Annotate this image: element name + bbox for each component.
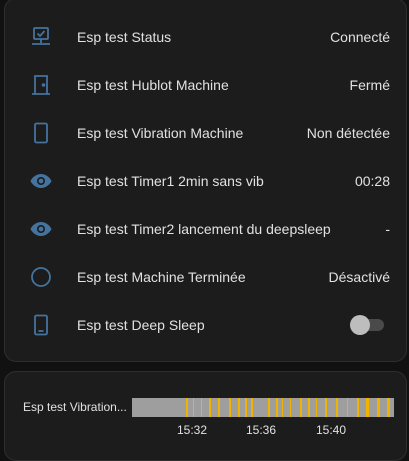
entity-state: Fermé: [349, 77, 390, 93]
timeline-segment-on[interactable]: [251, 398, 253, 417]
entity-name: Esp test Machine Terminée: [77, 269, 246, 285]
toggle-thumb: [350, 315, 370, 335]
entity-row-machine-terminee[interactable]: Esp test Machine Terminée Désactivé: [5, 253, 406, 301]
timeline-segment-on[interactable]: [324, 398, 328, 417]
entity-state: Connecté: [330, 29, 390, 45]
time-tick: 15:40: [315, 423, 347, 437]
timeline-segment-on[interactable]: [346, 398, 349, 417]
entity-name: Esp test Timer1 2min sans vib: [77, 173, 264, 189]
entity-row-vibration[interactable]: Esp test Vibration Machine Non détectée: [5, 109, 406, 157]
timeline-segment-on[interactable]: [238, 398, 241, 417]
timeline-label: Esp test Vibration...: [23, 400, 127, 414]
entity-name: Esp test Timer2 lancement du deepsleep: [77, 221, 331, 237]
eye-icon: [29, 217, 53, 241]
history-card: Esp test Vibration... 15:32 15:36 15:40: [4, 371, 407, 461]
timeline-segment-on[interactable]: [185, 398, 189, 417]
deep-sleep-toggle[interactable]: [350, 315, 386, 335]
entity-state: -: [385, 221, 390, 237]
door-icon: [29, 73, 53, 97]
entity-name: Esp test Status: [77, 29, 172, 45]
timeline-segment-on[interactable]: [208, 398, 211, 417]
entity-row-hublot[interactable]: Esp test Hublot Machine Fermé: [5, 61, 406, 109]
timeline-segment-on[interactable]: [299, 398, 303, 417]
entities-card: Esp test Status Connecté Esp test Hublot…: [4, 0, 407, 362]
cellphone-icon: [29, 313, 53, 337]
timeline-segment-on[interactable]: [357, 398, 360, 417]
timeline-segment-on[interactable]: [336, 398, 338, 417]
circle-outline-icon: [29, 265, 53, 289]
entity-name: Esp test Vibration Machine: [77, 125, 244, 141]
timeline-segment-on[interactable]: [228, 398, 231, 417]
server-network-icon: [29, 25, 53, 49]
entity-row-timer2[interactable]: Esp test Timer2 lancement du deepsleep -: [5, 205, 406, 253]
entity-name: Esp test Deep Sleep: [77, 317, 205, 333]
timeline-segment-on[interactable]: [192, 398, 195, 417]
time-tick: 15:32: [176, 423, 208, 437]
entity-row-deep-sleep[interactable]: Esp test Deep Sleep: [5, 301, 406, 349]
timeline-segment-on[interactable]: [387, 398, 391, 417]
entity-state: Non détectée: [306, 125, 390, 141]
timeline-segment-on[interactable]: [376, 398, 380, 417]
timeline-segment-on[interactable]: [275, 398, 279, 417]
timeline-segment-on[interactable]: [308, 398, 310, 417]
eye-icon: [29, 169, 53, 193]
timeline-segment-on[interactable]: [366, 398, 369, 417]
timeline-segment-on[interactable]: [281, 398, 284, 417]
entity-row-status[interactable]: Esp test Status Connecté: [5, 13, 406, 61]
timeline-segment-on[interactable]: [218, 398, 221, 417]
entity-state: Désactivé: [328, 269, 390, 285]
timeline-segment-on[interactable]: [315, 398, 318, 417]
timeline-segment-on[interactable]: [268, 398, 270, 417]
entity-row-timer1[interactable]: Esp test Timer1 2min sans vib 00:28: [5, 157, 406, 205]
entity-state: 00:28: [354, 173, 390, 189]
timeline-segment-on[interactable]: [245, 398, 247, 417]
entity-name: Esp test Hublot Machine: [77, 77, 229, 93]
vibration-timeline[interactable]: [132, 398, 394, 417]
phone-outline-icon: [29, 121, 53, 145]
timeline-segment-on[interactable]: [200, 398, 203, 417]
timeline-segment-on[interactable]: [289, 398, 292, 417]
time-tick: 15:36: [245, 423, 277, 437]
